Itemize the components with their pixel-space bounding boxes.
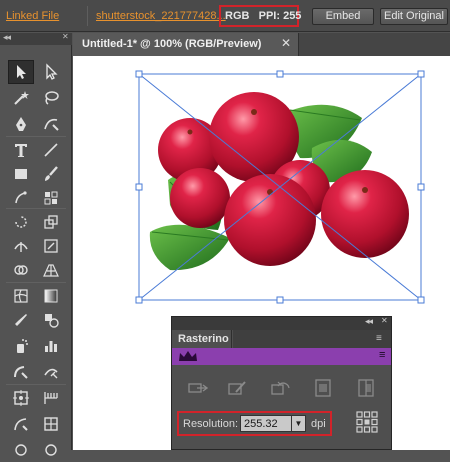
color-mode-ppi-readout: RGB PPI: 255 bbox=[219, 5, 302, 27]
shape-builder-tool-icon[interactable] bbox=[8, 258, 34, 282]
shaper-tool-icon[interactable] bbox=[8, 186, 34, 210]
fill-stroke-icon[interactable] bbox=[38, 412, 64, 436]
file-name-link[interactable]: shutterstock_221777428... bbox=[96, 10, 226, 22]
rasterino-tabbar bbox=[233, 330, 391, 348]
rasterino-collapse-icon[interactable]: ◂◂ bbox=[365, 316, 373, 327]
clip-raster-icon[interactable] bbox=[353, 376, 379, 400]
pencil-tool-icon[interactable] bbox=[38, 186, 64, 210]
column-graph-tool-icon[interactable] bbox=[38, 334, 64, 358]
curvature-tool-icon[interactable] bbox=[38, 112, 64, 136]
edit-raster-icon[interactable] bbox=[225, 376, 251, 400]
slice-tool-icon[interactable] bbox=[38, 360, 64, 384]
resolution-unit-label: dpi bbox=[311, 418, 326, 430]
color-mode-label: RGB bbox=[225, 10, 250, 22]
rotate-tool-icon[interactable] bbox=[8, 412, 34, 436]
close-panel-icon[interactable]: ✕ bbox=[62, 32, 69, 41]
blend-tool-icon[interactable] bbox=[38, 308, 64, 332]
close-document-icon[interactable]: ✕ bbox=[281, 36, 291, 50]
rasterino-panel-topbar bbox=[172, 317, 391, 330]
draw-mode-icon[interactable] bbox=[38, 438, 64, 462]
symbol-sprayer-tool-icon[interactable] bbox=[8, 334, 34, 358]
edit-original-button[interactable]: Edit Original bbox=[380, 8, 448, 25]
resolution-dropdown-button[interactable]: ▼ bbox=[292, 415, 306, 432]
crop-raster-icon[interactable] bbox=[310, 376, 336, 400]
free-transform-tool-icon[interactable] bbox=[38, 234, 64, 258]
ppi-label: PPI: 255 bbox=[258, 10, 302, 22]
rasterino-close-icon[interactable]: ✕ bbox=[381, 316, 388, 325]
scale-tool-icon[interactable] bbox=[38, 210, 64, 234]
relink-icon[interactable] bbox=[185, 376, 211, 400]
tools-divider bbox=[6, 208, 66, 209]
zoom-tool-icon[interactable] bbox=[38, 386, 64, 410]
paintbrush-tool-icon[interactable] bbox=[38, 162, 64, 186]
perspective-grid-tool-icon[interactable] bbox=[38, 258, 64, 282]
rasterino-title: Rasterino bbox=[178, 333, 229, 345]
type-tool-icon[interactable] bbox=[8, 138, 34, 162]
rotate-raster-icon[interactable] bbox=[268, 376, 294, 400]
direct-selection-tool-icon[interactable] bbox=[38, 60, 64, 84]
gradient-tool-icon[interactable] bbox=[38, 284, 64, 308]
screen-mode-icon[interactable] bbox=[8, 438, 34, 462]
artboard-tool-icon[interactable] bbox=[8, 360, 34, 384]
embed-button[interactable]: Embed bbox=[312, 8, 374, 25]
eraser-tool-icon[interactable] bbox=[8, 210, 34, 234]
resolution-label: Resolution: bbox=[183, 418, 239, 430]
linked-file-link[interactable]: Linked File bbox=[6, 10, 59, 22]
control-separator bbox=[87, 6, 88, 26]
magic-wand-tool-icon[interactable] bbox=[8, 86, 34, 110]
line-segment-tool-icon[interactable] bbox=[38, 138, 64, 162]
hand-tool-icon[interactable] bbox=[8, 386, 34, 410]
rasterino-header bbox=[172, 348, 391, 365]
pen-tool-icon[interactable] bbox=[8, 112, 34, 136]
document-tab-title: Untitled-1* @ 100% (RGB/Preview) bbox=[82, 38, 262, 50]
mesh-tool-icon[interactable] bbox=[8, 284, 34, 308]
lasso-tool-icon[interactable] bbox=[38, 86, 64, 110]
rectangle-tool-icon[interactable] bbox=[8, 162, 34, 186]
tools-divider bbox=[6, 282, 66, 283]
selection-tool-icon[interactable] bbox=[8, 60, 34, 84]
tools-divider bbox=[6, 384, 66, 385]
resolution-input[interactable] bbox=[240, 415, 292, 432]
panel-menu-icon[interactable]: ≡ bbox=[376, 333, 382, 344]
tools-divider bbox=[6, 136, 66, 137]
rasterino-header-menu-icon[interactable]: ≡ bbox=[379, 349, 385, 361]
grid-icon[interactable] bbox=[355, 410, 379, 434]
collapse-panel-icon[interactable]: ◂◂ bbox=[3, 32, 11, 43]
width-tool-icon[interactable] bbox=[8, 234, 34, 258]
cranberries-photo bbox=[149, 92, 409, 271]
crown-icon bbox=[179, 351, 197, 361]
eyedropper-tool-icon[interactable] bbox=[8, 308, 34, 332]
